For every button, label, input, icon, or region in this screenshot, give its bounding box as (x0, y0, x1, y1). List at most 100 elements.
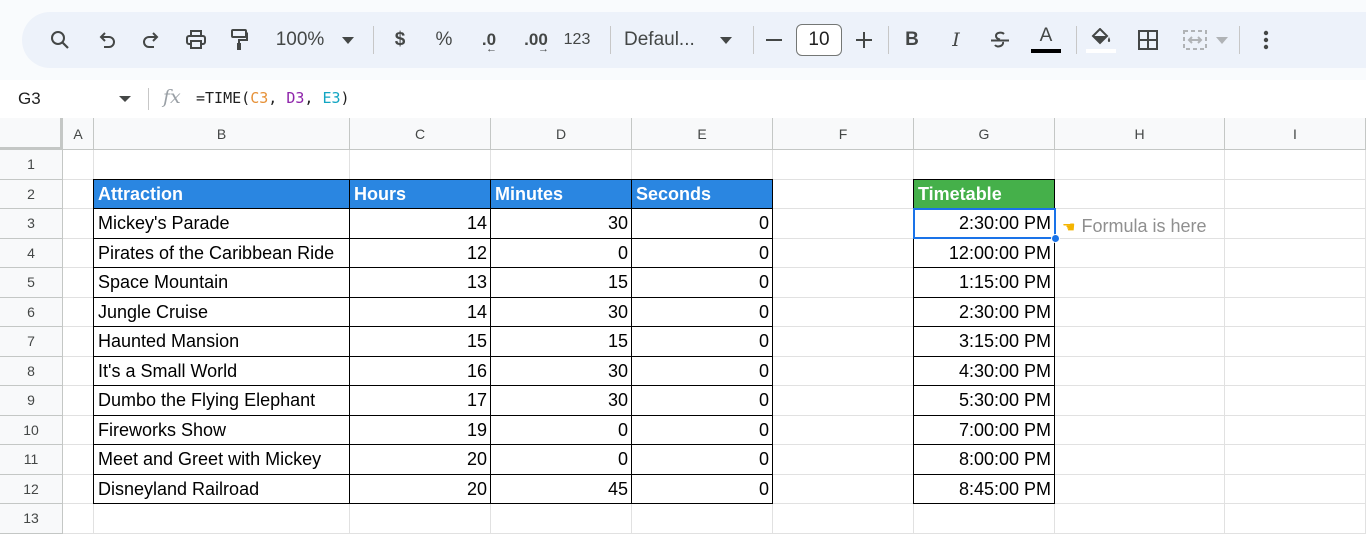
chevron-down-icon[interactable] (340, 12, 356, 68)
column-header-f[interactable]: F (773, 118, 914, 150)
cell-hours[interactable]: 20 (350, 475, 491, 505)
cell-attraction[interactable]: Haunted Mansion (94, 327, 350, 357)
name-box[interactable]: G3 (18, 89, 41, 109)
cell-timetable[interactable]: 1:15:00 PM (914, 268, 1055, 298)
bold-button[interactable]: B (900, 12, 924, 68)
search-icon[interactable] (48, 12, 72, 68)
increase-font-size-icon[interactable] (852, 12, 876, 68)
cell-seconds[interactable]: 0 (632, 357, 773, 387)
cell-seconds[interactable]: 0 (632, 445, 773, 475)
header-cell-seconds[interactable]: Seconds (632, 179, 773, 209)
strikethrough-icon[interactable] (988, 12, 1012, 68)
cell-seconds[interactable]: 0 (632, 386, 773, 416)
chevron-down-icon[interactable] (119, 96, 131, 102)
header-cell-attraction[interactable]: Attraction (94, 179, 350, 209)
column-header-h[interactable]: H (1055, 118, 1225, 150)
more-options-icon[interactable] (1254, 12, 1278, 68)
cell-hours[interactable]: 16 (350, 357, 491, 387)
column-header-g[interactable]: G (914, 118, 1055, 150)
cell-hours[interactable]: 12 (350, 239, 491, 269)
column-header-e[interactable]: E (632, 118, 773, 150)
cell-hours[interactable]: 14 (350, 209, 491, 239)
cell-attraction[interactable]: Fireworks Show (94, 416, 350, 446)
cell-attraction[interactable]: Mickey's Parade (94, 209, 350, 239)
cell-minutes[interactable]: 0 (491, 445, 632, 475)
cell-seconds[interactable]: 0 (632, 327, 773, 357)
italic-button[interactable]: I (944, 12, 968, 68)
chevron-down-icon[interactable] (718, 12, 734, 68)
zoom-select[interactable]: 100% (270, 12, 330, 68)
cell-seconds[interactable]: 0 (632, 209, 773, 239)
cell-timetable[interactable]: 12:00:00 PM (914, 239, 1055, 269)
cell-attraction[interactable]: Disneyland Railroad (94, 475, 350, 505)
header-cell-hours[interactable]: Hours (350, 179, 491, 209)
row-header-12[interactable]: 12 (0, 474, 63, 504)
cell-minutes[interactable]: 30 (491, 357, 632, 387)
cell-timetable[interactable]: 7:00:00 PM (914, 416, 1055, 446)
cell-timetable[interactable]: 2:30:00 PM (914, 298, 1055, 328)
cell-timetable[interactable]: 2:30:00 PM (914, 209, 1055, 239)
fill-handle[interactable] (1051, 233, 1060, 243)
decrease-font-size-icon[interactable] (762, 12, 786, 68)
undo-icon[interactable] (95, 12, 119, 68)
cell-minutes[interactable]: 15 (491, 327, 632, 357)
row-header-7[interactable]: 7 (0, 327, 63, 357)
spreadsheet-grid[interactable]: ☚ Formula is here A B C D E F G H I 1 2 3 4 5 6 7 8 9 10 11 1… (0, 118, 1366, 536)
column-header-a[interactable]: A (63, 118, 94, 150)
column-header-b[interactable]: B (94, 118, 350, 150)
cell-attraction[interactable]: Space Mountain (94, 268, 350, 298)
cell-timetable[interactable]: 3:15:00 PM (914, 327, 1055, 357)
row-header-11[interactable]: 11 (0, 445, 63, 475)
cell-minutes[interactable]: 30 (491, 386, 632, 416)
cell-hours[interactable]: 13 (350, 268, 491, 298)
column-header-i[interactable]: I (1225, 118, 1366, 150)
fill-color-icon[interactable] (1086, 12, 1116, 68)
cell-minutes[interactable]: 0 (491, 416, 632, 446)
row-header-9[interactable]: 9 (0, 386, 63, 416)
row-header-1[interactable]: 1 (0, 150, 63, 180)
row-header-6[interactable]: 6 (0, 297, 63, 327)
cell-minutes[interactable]: 0 (491, 239, 632, 269)
borders-icon[interactable] (1136, 12, 1160, 68)
column-header-d[interactable]: D (491, 118, 632, 150)
cell-hours[interactable]: 17 (350, 386, 491, 416)
currency-format-button[interactable]: $ (388, 12, 412, 68)
header-cell-timetable[interactable]: Timetable (914, 179, 1055, 209)
cell-timetable[interactable]: 8:45:00 PM (914, 475, 1055, 505)
cell-seconds[interactable]: 0 (632, 475, 773, 505)
print-icon[interactable] (183, 12, 209, 68)
row-header-8[interactable]: 8 (0, 356, 63, 386)
row-header-5[interactable]: 5 (0, 268, 63, 298)
cell-attraction[interactable]: Meet and Greet with Mickey (94, 445, 350, 475)
paint-format-icon[interactable] (227, 12, 251, 68)
cell-timetable[interactable]: 4:30:00 PM (914, 357, 1055, 387)
row-header-10[interactable]: 10 (0, 415, 63, 445)
cell-hours[interactable]: 15 (350, 327, 491, 357)
cell-hours[interactable]: 20 (350, 445, 491, 475)
row-header-13[interactable]: 13 (0, 504, 63, 534)
row-header-3[interactable]: 3 (0, 209, 63, 239)
formula-input[interactable]: =TIME(C3, D3, E3) (196, 89, 350, 107)
column-header-c[interactable]: C (350, 118, 491, 150)
cell-attraction[interactable]: Jungle Cruise (94, 298, 350, 328)
cell-hours[interactable]: 14 (350, 298, 491, 328)
cell-seconds[interactable]: 0 (632, 298, 773, 328)
increase-decimal-button[interactable]: .00 → (516, 12, 556, 68)
cell-timetable[interactable]: 5:30:00 PM (914, 386, 1055, 416)
cell-minutes[interactable]: 15 (491, 268, 632, 298)
cell-minutes[interactable]: 30 (491, 298, 632, 328)
cell-seconds[interactable]: 0 (632, 268, 773, 298)
percent-format-button[interactable]: % (432, 12, 456, 68)
cell-seconds[interactable]: 0 (632, 416, 773, 446)
header-cell-minutes[interactable]: Minutes (491, 179, 632, 209)
font-family-select[interactable]: Defaul... (624, 12, 708, 68)
row-header-4[interactable]: 4 (0, 238, 63, 268)
text-color-button[interactable]: A (1031, 12, 1061, 68)
cell-attraction[interactable]: It's a Small World (94, 357, 350, 387)
redo-icon[interactable] (139, 12, 163, 68)
select-all-corner[interactable] (0, 118, 63, 150)
font-size-input[interactable]: 10 (796, 24, 842, 56)
cell-attraction[interactable]: Dumbo the Flying Elephant (94, 386, 350, 416)
cell-minutes[interactable]: 45 (491, 475, 632, 505)
decrease-decimal-button[interactable]: .0 ← (472, 12, 506, 68)
